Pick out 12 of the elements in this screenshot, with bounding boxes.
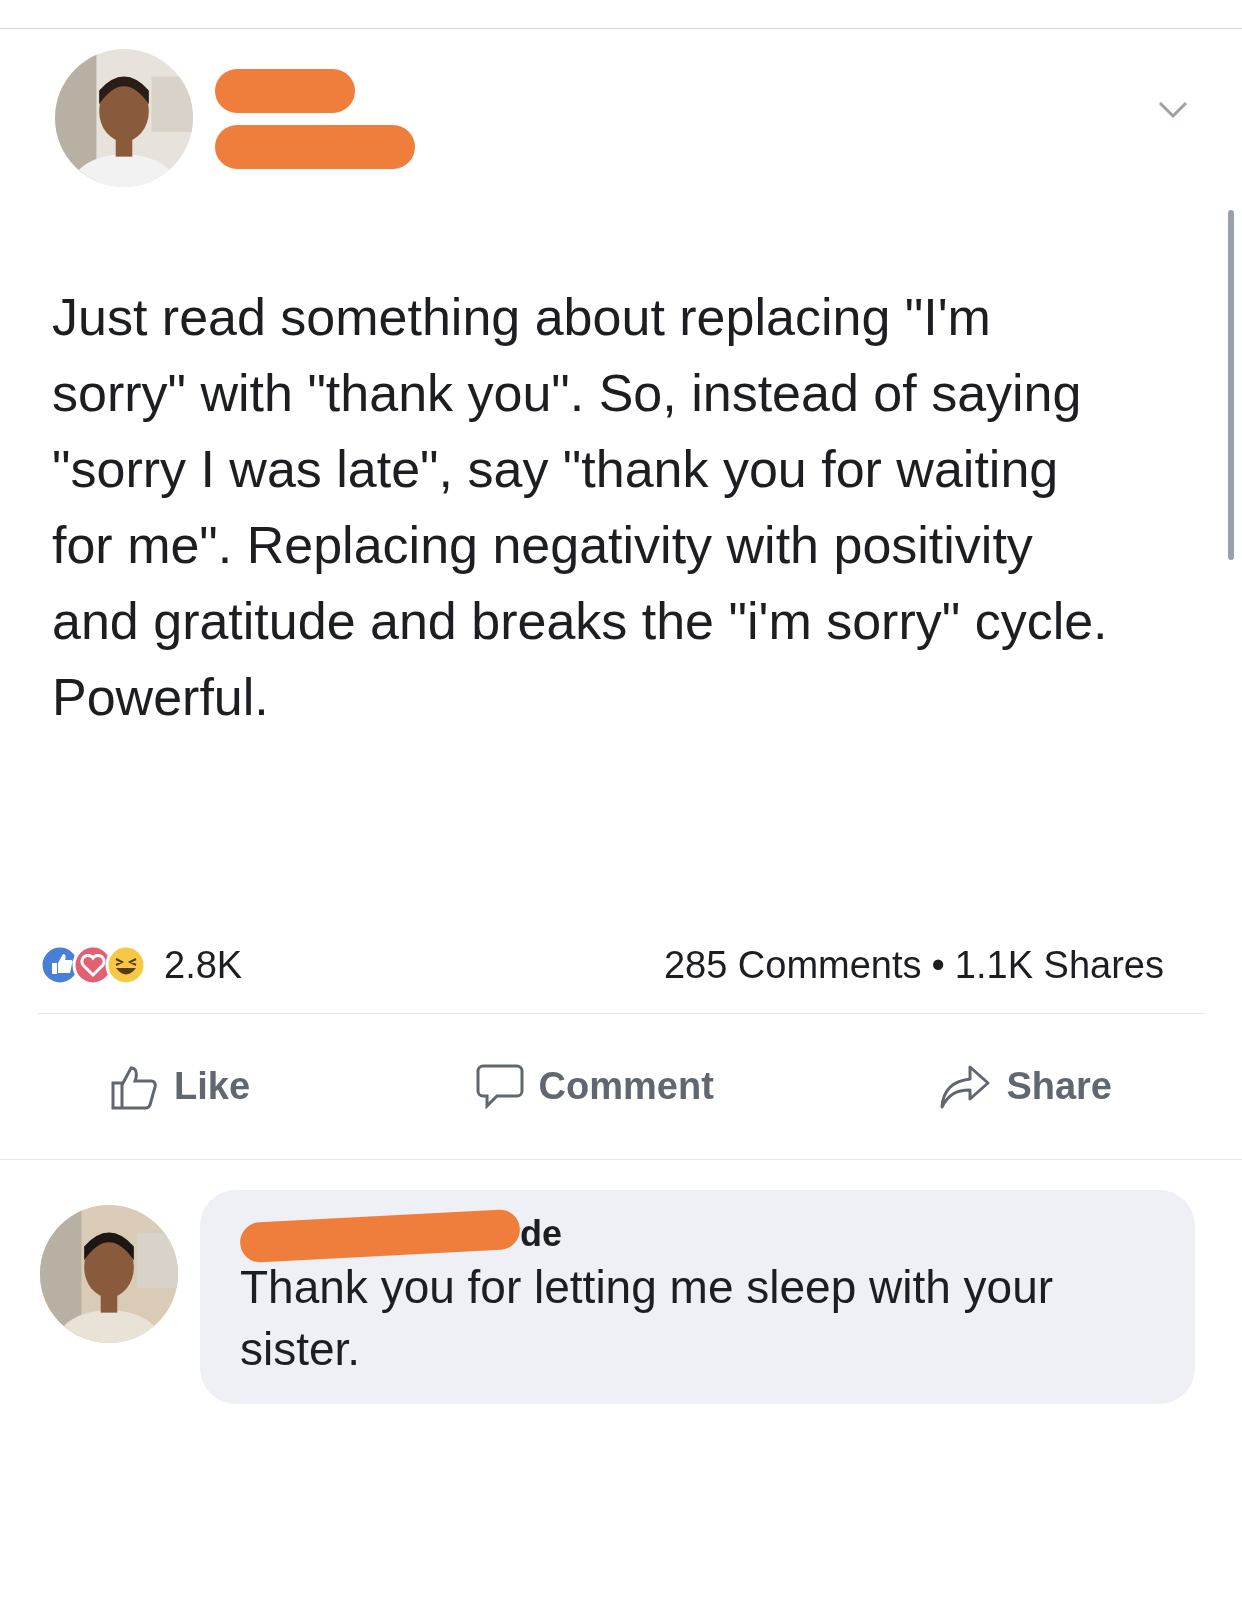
- comment-text: Thank you for letting me sleep with your sister.: [240, 1260, 1055, 1377]
- chevron-down-icon[interactable]: [1158, 101, 1188, 119]
- post-text: Just read something about replacing "I'm sorry" with "thank you". So, instead of saying "sorry I was late", say "thank you for waiting for me". Replacing negativity with positivity and gratitude and breaks the "i'm sorry" cycle. Powerful.: [51, 287, 1109, 728]
- comment-button[interactable]: Comment: [474, 1058, 714, 1115]
- like-button[interactable]: Like: [110, 1058, 251, 1115]
- scrollbar[interactable]: [1228, 210, 1234, 560]
- comment-author[interactable]: de: [520, 1212, 562, 1256]
- separator: •: [931, 942, 945, 988]
- reaction-count[interactable]: 2.8K: [164, 936, 243, 994]
- share-button[interactable]: Share: [938, 1058, 1112, 1115]
- shares-count[interactable]: 1.1K Shares: [954, 936, 1164, 994]
- comments-count[interactable]: 285 Comments: [663, 936, 922, 994]
